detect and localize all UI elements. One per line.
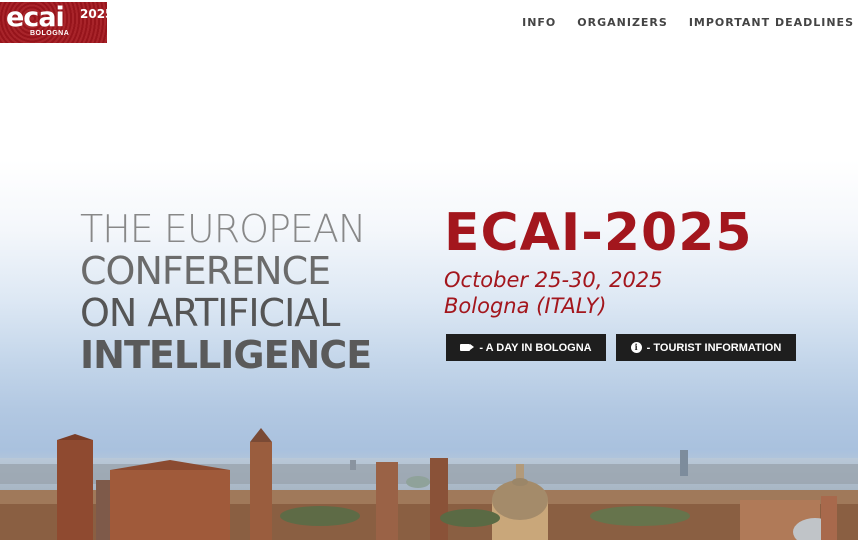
info-icon: i [630,342,642,353]
header: ecai BOLOGNA 2025 INFO ORGANIZERS IMPORT… [0,0,858,46]
day-in-bologna-label: - A DAY IN BOLOGNA [479,341,592,354]
event-dates: October 25-30, 2025 [444,268,663,292]
nav-organizers[interactable]: ORGANIZERS [577,16,668,29]
conference-title: THE EUROPEAN CONFERENCE ON ARTIFICIAL IN… [80,207,372,377]
logo-year: 2025 [80,7,107,21]
logo-sub: BOLOGNA [30,30,70,37]
title-line-1: THE EUROPEAN [80,207,366,251]
action-buttons: - A DAY IN BOLOGNA i - TOURIST INFORMATI… [446,334,796,361]
event-block: ECAI-2025 October 25-30, 2025 Bologna (I… [444,203,796,361]
ecai-logo[interactable]: ecai BOLOGNA 2025 [0,2,107,43]
event-name: ECAI-2025 [444,203,753,263]
nav-important-deadlines[interactable]: IMPORTANT DEADLINES [689,16,854,29]
logo-word: ecai [6,2,65,33]
title-line-2: CONFERENCE [80,249,331,293]
nav-info[interactable]: INFO [522,16,556,29]
title-line-3: ON ARTIFICIAL [80,291,340,335]
bologna-skyline-image [0,428,858,540]
main-nav: INFO ORGANIZERS IMPORTANT DEADLINES [522,16,854,29]
tourist-information-label: - TOURIST INFORMATION [646,341,782,354]
event-place: Bologna (ITALY) [444,294,607,318]
video-camera-icon [460,344,475,351]
day-in-bologna-button[interactable]: - A DAY IN BOLOGNA [446,334,606,361]
tourist-information-button[interactable]: i - TOURIST INFORMATION [616,334,796,361]
title-line-4: INTELLIGENCE [80,333,372,377]
